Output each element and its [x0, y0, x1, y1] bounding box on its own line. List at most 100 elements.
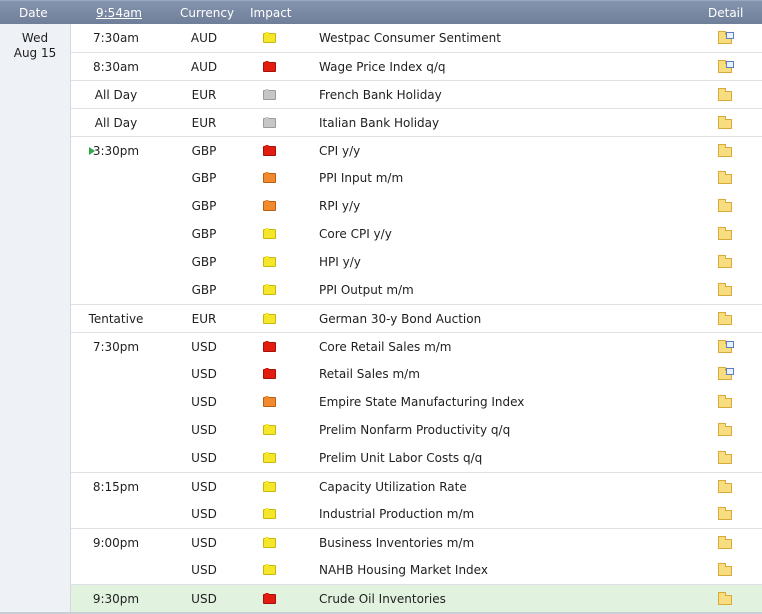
header-date: Date	[19, 6, 48, 20]
impact-low-icon[interactable]	[263, 284, 276, 295]
folder-icon[interactable]	[718, 395, 732, 408]
table-row[interactable]: 8:30am AUD Wage Price Index q/q	[71, 52, 762, 80]
table-row[interactable]: USD Prelim Nonfarm Productivity q/q	[71, 416, 762, 444]
folder-doc-icon[interactable]	[718, 31, 734, 44]
folder-icon[interactable]	[718, 423, 732, 436]
table-row[interactable]: USD NAHB Housing Market Index	[71, 556, 762, 584]
folder-icon[interactable]	[718, 255, 732, 268]
folder-icon[interactable]	[718, 227, 732, 240]
table-row[interactable]: GBP Core CPI y/y	[71, 220, 762, 248]
table-row[interactable]: 7:30pm USD Core Retail Sales m/m	[71, 332, 762, 360]
impact-low-icon[interactable]	[263, 424, 276, 435]
date-day: Wed	[21, 31, 49, 45]
event-title[interactable]: PPI Input m/m	[319, 164, 403, 192]
impact-low-icon[interactable]	[263, 313, 276, 324]
impact-medium-icon[interactable]	[263, 172, 276, 183]
folder-icon[interactable]	[718, 116, 732, 129]
event-title[interactable]: Core Retail Sales m/m	[319, 333, 452, 361]
folder-icon[interactable]	[718, 563, 732, 576]
table-row[interactable]: 9:00pm USD Business Inventories m/m	[71, 528, 762, 556]
impact-low-icon[interactable]	[263, 256, 276, 267]
folder-icon[interactable]	[718, 199, 732, 212]
table-row[interactable]: All Day EUR Italian Bank Holiday	[71, 108, 762, 136]
event-title[interactable]: Retail Sales m/m	[319, 360, 420, 388]
table-row[interactable]: USD Empire State Manufacturing Index	[71, 388, 762, 416]
event-currency: GBP	[191, 144, 217, 158]
table-row[interactable]: 3:30pm GBP CPI y/y	[71, 136, 762, 164]
folder-doc-icon[interactable]	[718, 340, 734, 353]
event-title[interactable]: CPI y/y	[319, 137, 360, 165]
date-date: Aug 15	[13, 46, 57, 60]
event-title[interactable]: Core CPI y/y	[319, 220, 392, 248]
table-row[interactable]: GBP PPI Input m/m	[71, 164, 762, 192]
event-title[interactable]: Prelim Unit Labor Costs q/q	[319, 444, 482, 472]
impact-high-icon[interactable]	[263, 368, 276, 379]
event-title[interactable]: Business Inventories m/m	[319, 529, 474, 557]
event-time: 8:30am	[93, 60, 139, 74]
impact-low-icon[interactable]	[263, 508, 276, 519]
folder-icon[interactable]	[718, 144, 732, 157]
table-row[interactable]: GBP HPI y/y	[71, 248, 762, 276]
event-time: 8:15pm	[92, 480, 140, 494]
event-time	[71, 276, 161, 304]
impact-high-icon[interactable]	[263, 593, 276, 604]
header-impact: Impact	[250, 6, 292, 20]
impact-high-icon[interactable]	[263, 341, 276, 352]
event-title[interactable]: Italian Bank Holiday	[319, 109, 439, 137]
table-row[interactable]: USD Retail Sales m/m	[71, 360, 762, 388]
impact-low-icon[interactable]	[263, 32, 276, 43]
impact-low-icon[interactable]	[263, 452, 276, 463]
table-row[interactable]: 8:15pm USD Capacity Utilization Rate	[71, 472, 762, 500]
impact-high-icon[interactable]	[263, 145, 276, 156]
header-current-time[interactable]: 9:54am	[96, 1, 142, 25]
event-title[interactable]: French Bank Holiday	[319, 81, 442, 109]
impact-low-icon[interactable]	[263, 481, 276, 492]
folder-doc-icon[interactable]	[718, 60, 734, 73]
event-title[interactable]: Prelim Nonfarm Productivity q/q	[319, 416, 510, 444]
impact-low-icon[interactable]	[263, 228, 276, 239]
folder-icon[interactable]	[718, 507, 732, 520]
impact-holiday-icon[interactable]	[263, 89, 276, 100]
event-title[interactable]: PPI Output m/m	[319, 276, 414, 304]
folder-icon[interactable]	[718, 283, 732, 296]
event-title[interactable]: Empire State Manufacturing Index	[319, 388, 524, 416]
table-row[interactable]: USD Industrial Production m/m	[71, 500, 762, 528]
impact-medium-icon[interactable]	[263, 396, 276, 407]
table-row[interactable]: GBP PPI Output m/m	[71, 276, 762, 304]
table-row[interactable]: 7:30am AUD Westpac Consumer Sentiment	[71, 24, 762, 52]
header-currency: Currency	[180, 6, 235, 20]
table-row[interactable]: Tentative EUR German 30-y Bond Auction	[71, 304, 762, 332]
header-detail: Detail	[708, 6, 744, 20]
event-time: 9:00pm	[92, 536, 140, 550]
folder-icon[interactable]	[718, 312, 732, 325]
event-title[interactable]: HPI y/y	[319, 248, 361, 276]
impact-low-icon[interactable]	[263, 564, 276, 575]
table-row[interactable]: USD Prelim Unit Labor Costs q/q	[71, 444, 762, 472]
event-title[interactable]: Crude Oil Inventories	[319, 585, 446, 613]
event-title[interactable]: Westpac Consumer Sentiment	[319, 24, 501, 52]
impact-holiday-icon[interactable]	[263, 117, 276, 128]
folder-icon[interactable]	[718, 171, 732, 184]
impact-medium-icon[interactable]	[263, 200, 276, 211]
event-title[interactable]: NAHB Housing Market Index	[319, 556, 488, 584]
event-title[interactable]: Industrial Production m/m	[319, 500, 474, 528]
table-row[interactable]: All Day EUR French Bank Holiday	[71, 80, 762, 108]
folder-icon[interactable]	[718, 536, 732, 549]
event-title[interactable]: Capacity Utilization Rate	[319, 473, 467, 501]
folder-icon[interactable]	[718, 480, 732, 493]
event-title[interactable]: Wage Price Index q/q	[319, 53, 445, 81]
event-time	[71, 248, 161, 276]
event-title[interactable]: RPI y/y	[319, 192, 360, 220]
table-row[interactable]: 9:30pm USD Crude Oil Inventories	[71, 584, 762, 612]
event-time	[71, 388, 161, 416]
folder-doc-icon[interactable]	[718, 367, 734, 380]
event-title[interactable]: German 30-y Bond Auction	[319, 305, 481, 333]
folder-icon[interactable]	[718, 592, 732, 605]
table-row[interactable]: GBP RPI y/y	[71, 192, 762, 220]
event-currency: EUR	[191, 312, 217, 326]
impact-high-icon[interactable]	[263, 61, 276, 72]
impact-low-icon[interactable]	[263, 537, 276, 548]
event-time	[71, 360, 161, 388]
folder-icon[interactable]	[718, 88, 732, 101]
folder-icon[interactable]	[718, 451, 732, 464]
